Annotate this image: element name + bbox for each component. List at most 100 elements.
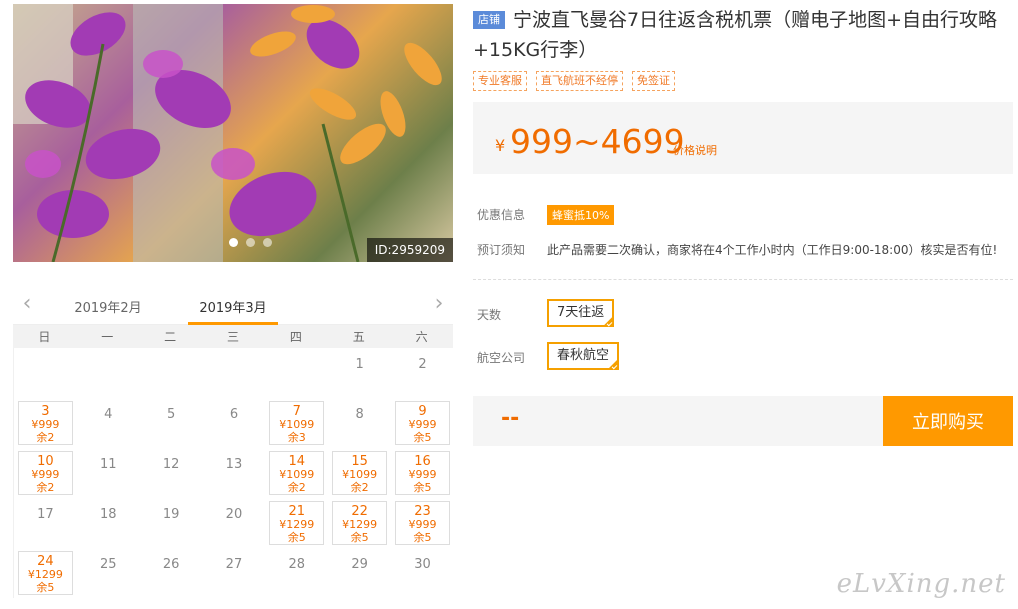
promo-label: 优惠信息 [477, 208, 526, 222]
calendar-day-available[interactable]: 14 ¥1099 余2 [269, 451, 325, 495]
buy-now-button[interactable]: 立即购买 [883, 396, 1013, 446]
calendar-day-available[interactable]: 24 ¥1299 余5 [18, 551, 73, 595]
gallery-dot-3[interactable] [263, 238, 272, 247]
purchase-bar: -- 立即购买 [473, 396, 1013, 446]
calendar-day-available[interactable]: 15 ¥1099 余2 [332, 451, 388, 495]
gallery-dot-2[interactable] [246, 238, 255, 247]
calendar-header: ‹ 2019年2月 2019年3月 › [13, 288, 453, 325]
day-price: ¥999 [408, 518, 437, 531]
calendar-day: 2 [418, 357, 427, 372]
orchid-photo [13, 4, 442, 262]
days-row: 天数 [477, 306, 547, 323]
product-info: 店铺 宁波直飞曼谷7日往返含税机票（赠电子地图+自由行攻略+15KG行李） 专业客… [473, 0, 1013, 446]
divider [473, 279, 1013, 280]
day-price: ¥999 [31, 418, 60, 431]
day-number: 24 [37, 554, 54, 569]
day-seats-left: 余2 [36, 431, 55, 444]
calendar-day-available[interactable]: 3 ¥999 余2 [18, 401, 73, 445]
weekday-sat: 六 [415, 330, 428, 344]
day-price: ¥999 [408, 468, 437, 481]
calendar-day-available[interactable]: 21 ¥1299 余5 [269, 501, 325, 545]
day-price: ¥1299 [27, 568, 63, 581]
day-seats-left: 余2 [36, 481, 55, 494]
calendar-empty-cell [140, 348, 203, 398]
day-seats-left: 余5 [287, 531, 306, 544]
calendar-empty-cell [265, 348, 328, 398]
day-number: 16 [414, 454, 431, 469]
calendar-empty-cell [14, 348, 77, 398]
airline-row: 航空公司 [477, 349, 547, 366]
weekday-mon: 一 [101, 330, 114, 344]
day-seats-left: 余5 [413, 431, 432, 444]
day-number: 10 [37, 454, 54, 469]
tag-service: 专业客服 [473, 71, 527, 91]
calendar-empty-cell [77, 348, 140, 398]
day-number: 7 [292, 404, 301, 419]
calendar-day: 19 [162, 507, 180, 522]
calendar-grid: 1 2 3 ¥999 余2 4 5 6 7 ¥1099 余3 8 9 ¥999 余5 10 ¥999 余2 11 12… [13, 348, 453, 598]
day-price: ¥1099 [342, 468, 378, 481]
airline-option-spring[interactable]: 春秋航空 [547, 342, 620, 370]
day-seats-left: 余5 [36, 581, 55, 594]
tag-visa-free: 免签证 [632, 71, 675, 91]
day-number: 15 [351, 454, 368, 469]
calendar-day: 8 [355, 407, 364, 422]
airline-option-label: 春秋航空 [557, 348, 610, 363]
day-seats-left: 余5 [413, 481, 432, 494]
days-option-7day[interactable]: 7天往返 [547, 299, 615, 327]
calendar-day-available[interactable]: 22 ¥1299 余5 [332, 501, 388, 545]
calendar-day: 5 [166, 407, 176, 422]
active-month-indicator [188, 322, 278, 325]
calendar-day: 26 [162, 557, 180, 572]
chevron-right-icon[interactable]: › [427, 292, 451, 316]
chevron-left-icon[interactable]: ‹ [15, 292, 39, 316]
month-tab-feb[interactable]: 2019年2月 [63, 297, 153, 316]
calendar-day: 29 [351, 557, 368, 572]
day-seats-left: 余2 [287, 481, 306, 494]
weekday-wed: 三 [227, 330, 240, 344]
day-price: ¥999 [408, 418, 437, 431]
day-price: ¥1099 [279, 418, 315, 431]
price-note-link[interactable]: 价格说明 [673, 142, 717, 158]
gallery-dot-1[interactable] [229, 238, 238, 247]
promo-row: 优惠信息 蜂蜜抵10% [477, 205, 615, 225]
calendar-day: 27 [225, 557, 243, 572]
day-number: 9 [418, 404, 427, 419]
calendar-day: 4 [104, 407, 113, 422]
calendar-day: 18 [99, 507, 117, 522]
calendar-day-available[interactable]: 10 ¥999 余2 [18, 451, 73, 495]
calendar-day: 13 [225, 457, 243, 472]
calendar-day-available[interactable]: 23 ¥999 余5 [395, 501, 450, 545]
calendar-day: 20 [225, 507, 243, 522]
booking-text: 此产品需要二次确认，商家将在4个工作小时内（工作日9:00-18:00）核实是否… [547, 243, 998, 257]
calendar-day: 28 [288, 557, 306, 572]
calendar-day-available[interactable]: 7 ¥1099 余3 [269, 401, 325, 445]
day-seats-left: 余3 [287, 431, 306, 444]
day-seats-left: 余5 [413, 531, 432, 544]
product-title-block: 店铺 宁波直飞曼谷7日往返含税机票（赠电子地图+自由行攻略+15KG行李） [473, 5, 1013, 65]
promo-badge: 蜂蜜抵10% [547, 205, 615, 225]
calendar-day: 30 [414, 557, 431, 572]
day-price: ¥1299 [342, 518, 378, 531]
day-number: 3 [41, 404, 50, 419]
weekday-tue: 二 [164, 330, 177, 344]
month-tab-mar[interactable]: 2019年3月 [188, 297, 278, 316]
days-label: 天数 [477, 308, 502, 322]
calendar-day-available[interactable]: 16 ¥999 余5 [395, 451, 450, 495]
shop-tag[interactable]: 店铺 [473, 11, 505, 29]
gallery-pagination [229, 238, 272, 247]
watermark-logo: eLvXing.net [836, 569, 1006, 599]
day-seats-left: 余5 [350, 531, 369, 544]
product-gallery[interactable]: ID:2959209 [13, 4, 453, 262]
product-title: 宁波直飞曼谷7日往返含税机票（赠电子地图+自由行攻略+15KG行李） [473, 9, 998, 61]
feature-tags: 专业客服 直飞航班不经停 免签证 [473, 71, 1013, 91]
booking-label: 预订须知 [477, 243, 526, 257]
calendar-day: 12 [162, 457, 180, 472]
weekday-row: 日 一 二 三 四 五 六 [13, 324, 453, 348]
day-price: ¥999 [31, 468, 60, 481]
day-number: 23 [414, 504, 431, 519]
calendar-day-available[interactable]: 9 ¥999 余5 [395, 401, 450, 445]
day-number: 21 [288, 504, 306, 519]
calendar-day: 25 [99, 557, 117, 572]
total-price: -- [501, 406, 520, 431]
